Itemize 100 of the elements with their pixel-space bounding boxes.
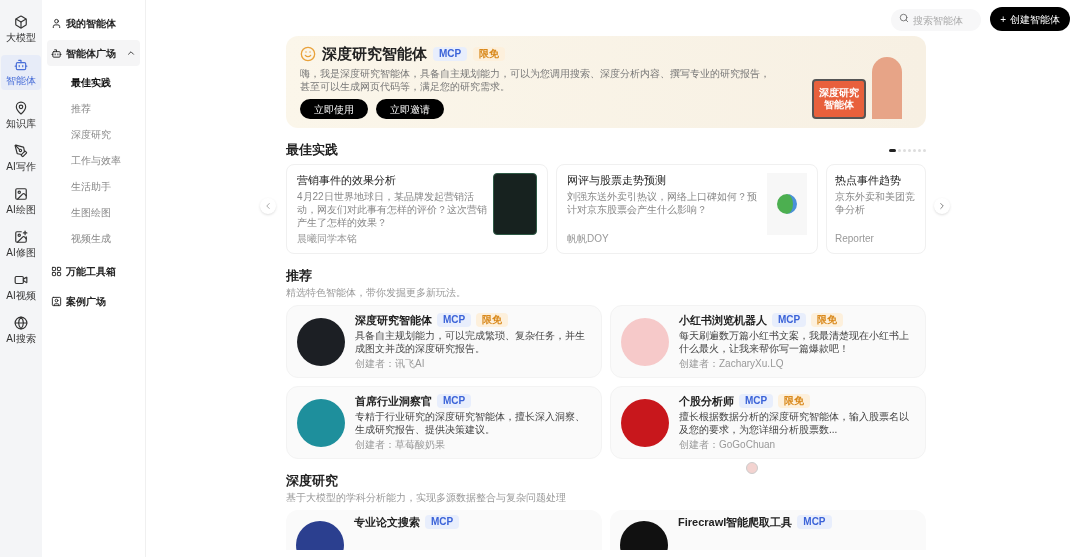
rail-item[interactable]: 知识库 (1, 98, 41, 133)
banner-description: 嗨，我是深度研究智能体，具备自主规划能力，可以为您调用搜索、深度分析内容、撰写专业的研究报告，甚至可以生成网页代码等，满足您的研究需求。 (300, 67, 770, 93)
avatar-picture (621, 317, 669, 366)
create-button[interactable]: + 创建智能体 (990, 7, 1070, 31)
monitor-sign: 深度研究智能体 (812, 79, 866, 119)
tag: 限免 (811, 313, 844, 327)
card-title: 网评与股票走势预测 (567, 173, 667, 187)
screenshot-thumbnail (493, 173, 537, 235)
section-subtitle: 精选特色智能体，带你发掘更多新玩法。 (286, 286, 466, 299)
agent-card[interactable]: 首席行业洞察官 MCP 专精于行业研究的深度研究智能体，擅长深入洞察、生成研究报告、提供决策建议。 创建者：草莓酸奶果 (286, 386, 602, 459)
tag: MCP (433, 47, 468, 61)
next-button[interactable] (934, 198, 950, 214)
card-title: 首席行业洞察官 (355, 394, 432, 408)
card-author: 创建者：GoGoChuan (679, 438, 777, 451)
rail-item[interactable]: AI修图 (1, 227, 41, 262)
banner-button[interactable]: 立即使用 (300, 99, 368, 119)
tag: 限免 (476, 313, 509, 327)
avatar-picture (621, 398, 669, 447)
card-title: 专业论文搜索 (354, 515, 420, 529)
smile-icon (300, 46, 316, 62)
video-icon (14, 273, 28, 287)
tag: MCP (739, 394, 774, 408)
card-title: 小红书浏览机器人 (679, 313, 767, 327)
robot-icon (14, 58, 28, 72)
rail-item[interactable]: AI绘图 (1, 184, 41, 219)
banner-title: 深度研究智能体 (322, 45, 427, 63)
card-description: 京东外卖和美团竞争分析 (835, 190, 916, 216)
section-subtitle: 基于大模型的学科分析能力，实现多源数据整合与复杂问题处理 (286, 491, 566, 504)
grid-icon (51, 265, 62, 277)
avatar-picture (297, 317, 345, 366)
portrait-icon (51, 295, 62, 307)
card-title: 个股分析师 (679, 394, 734, 408)
agent-card[interactable]: 深度研究智能体 MCP 限免 具备自主规划能力，可以完成繁琐、复杂任务，并生成图文并茂的深度研究报告。 创建者：讯飞AI (286, 305, 602, 378)
nav-item[interactable]: 案例广场 (47, 288, 140, 314)
nav-item[interactable]: 万能工具箱 (47, 258, 140, 284)
person-silhouette (872, 57, 902, 119)
search-field[interactable]: 搜索智能体 (891, 9, 982, 32)
nav-subitem[interactable]: 生活助手 (47, 176, 140, 196)
card-author: 创建者：ZacharyXu.LQ (679, 357, 785, 370)
user-icon (51, 17, 62, 29)
tag: MCP (425, 515, 460, 529)
card-title: 深度研究智能体 (355, 313, 432, 327)
robot-icon (51, 47, 62, 59)
card-author: Reporter (835, 232, 875, 245)
agent-card[interactable]: Firecrawl智能爬取工具 MCP (610, 510, 926, 550)
chevron-right-icon (937, 201, 947, 211)
card-description: 专精于行业研究的深度研究智能体，擅长深入洞察、生成研究报告、提供决策建议。 (355, 410, 586, 436)
avatar-picture (297, 398, 345, 447)
card-description: 擅长根据数据分析的深度研究智能体，输入股票名以及您的要求，为您详细分析股票数... (679, 410, 910, 436)
tag: MCP (437, 313, 472, 327)
cube-icon (14, 15, 28, 29)
agent-card[interactable]: 个股分析师 MCP 限免 擅长根据数据分析的深度研究智能体，输入股票名以及您的要求，为您详细分析股票数... 创建者：GoGoChuan (610, 386, 926, 459)
section-title: 深度研究 (286, 473, 338, 489)
card-title: 营销事件的效果分析 (297, 173, 397, 187)
nav-subitem[interactable]: 深度研究 (47, 124, 140, 144)
tag: MCP (797, 515, 832, 529)
card-title: 热点事件趋势 (835, 173, 902, 187)
card-description: 刘强东送外卖引热议，网络上口碑如何？预计对京东股票会产生什么影响？ (567, 190, 758, 216)
nav-subitem[interactable]: 最佳实践 (47, 72, 140, 92)
tag: 限免 (778, 394, 811, 408)
nav-item[interactable]: 智能体广场 (47, 40, 140, 66)
card-description: 每天刷遍数万篇小红书文案，我最清楚现在小红书上什么最火，让我来帮你写一篇爆款吧！ (679, 329, 910, 355)
card-description: 具备自主规划能力，可以完成繁琐、复杂任务，并生成图文并茂的深度研究报告。 (355, 329, 586, 355)
card-description: 4月22日世界地球日，某品牌发起营销活动，网友们对此事有怎样的评价？这次营销产生了怎样的效果？ (297, 190, 487, 229)
chart-thumbnail (767, 173, 807, 235)
section-title: 推荐 (286, 268, 312, 284)
rail-item[interactable]: AI写作 (1, 141, 41, 176)
chevron-left-icon (263, 201, 273, 211)
section-title: 最佳实践 (286, 142, 338, 158)
rail-item[interactable]: 大模型 (1, 12, 41, 47)
nav-subitem[interactable]: 视频生成 (47, 228, 140, 248)
practice-card[interactable]: 营销事件的效果分析 4月22日世界地球日，某品牌发起营销活动，网友们对此事有怎样的评价？这次营销产生了怎样的效果？ 晨曦同学本铭 (286, 164, 548, 254)
practice-card[interactable]: 网评与股票走势预测 刘强东送外卖引热议，网络上口碑如何？预计对京东股票会产生什么影响？ 帆帆DOY (556, 164, 818, 254)
rail-item[interactable]: AI搜索 (1, 313, 41, 348)
nav-subitem[interactable]: 生图绘图 (47, 202, 140, 222)
agent-card[interactable]: 专业论文搜索 MCP (286, 510, 602, 550)
chevron-up-icon (126, 48, 136, 58)
nav-subitem[interactable]: 工作与效率 (47, 150, 140, 170)
rail-item[interactable]: 智能体 (1, 55, 41, 90)
tag: MCP (772, 313, 807, 327)
banner-button[interactable]: 立即邀请 (376, 99, 444, 119)
image-plus-icon (14, 230, 28, 244)
pen-icon (14, 144, 28, 158)
agent-card[interactable]: 小红书浏览机器人 MCP 限免 每天刷遍数万篇小红书文案，我最清楚现在小红书上什么最火，让我来帮你写一篇爆款吧！ 创建者：ZacharyXu.LQ (610, 305, 926, 378)
card-author: 创建者：草莓酸奶果 (355, 438, 446, 451)
pin-icon (14, 101, 28, 115)
nav-item[interactable]: 我的智能体 (47, 10, 140, 36)
practice-card[interactable]: 热点事件趋势 京东外卖和美团竞争分析 Reporter (826, 164, 926, 254)
globe-icon (14, 316, 28, 330)
rail-item[interactable]: AI视频 (1, 270, 41, 305)
nav-subitem[interactable]: 推荐 (47, 98, 140, 118)
card-author: 创建者：讯飞AI (355, 357, 426, 370)
card-title: Firecrawl智能爬取工具 (678, 515, 793, 529)
tag: 限免 (473, 47, 506, 61)
image-icon (14, 187, 28, 201)
tag: MCP (437, 394, 472, 408)
card-author: 帆帆DOY (567, 232, 610, 245)
card-author: 晨曦同学本铭 (297, 232, 358, 245)
prev-button[interactable] (260, 198, 276, 214)
floating-avatar-icon[interactable] (746, 462, 758, 474)
